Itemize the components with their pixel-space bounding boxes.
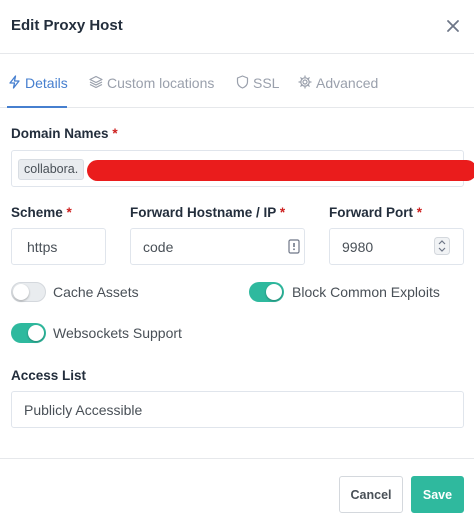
- required-mark: *: [279, 205, 286, 220]
- tab-custom-locations[interactable]: Custom locations: [89, 73, 214, 93]
- save-button[interactable]: Save: [411, 476, 464, 513]
- block-exploits-toggle[interactable]: [249, 282, 284, 302]
- forward-hostname-value: code: [143, 239, 174, 255]
- block-exploits-label: Block Common Exploits: [292, 284, 440, 300]
- active-tab-indicator: [7, 106, 67, 108]
- websockets-toggle[interactable]: [11, 323, 46, 343]
- forward-port-value: 9980: [342, 239, 374, 255]
- toggle-knob: [266, 284, 282, 300]
- modal-header: Edit Proxy Host: [0, 0, 474, 54]
- toggle-knob: [13, 284, 29, 300]
- domain-chip[interactable]: collabora.: [18, 159, 85, 180]
- autofill-icon[interactable]: [288, 239, 300, 257]
- tab-advanced-label: Advanced: [316, 75, 379, 91]
- edit-proxy-host-modal: Edit Proxy Host Details Custom locations…: [0, 0, 474, 519]
- forward-port-input[interactable]: 9980: [329, 228, 464, 265]
- tab-advanced[interactable]: Advanced: [298, 73, 378, 93]
- tab-ssl[interactable]: SSL: [236, 73, 279, 93]
- redaction-mark: [87, 160, 474, 181]
- modal-title: Edit Proxy Host: [11, 17, 123, 34]
- cancel-button[interactable]: Cancel: [339, 476, 403, 513]
- scheme-value: https: [27, 239, 58, 255]
- access-list-value: Publicly Accessible: [24, 402, 143, 418]
- forward-hostname-label: Forward Hostname / IP *: [130, 205, 286, 220]
- domain-names-label: Domain Names *: [11, 126, 118, 141]
- cache-assets-toggle[interactable]: [11, 282, 46, 302]
- tab-bar: Details Custom locations SSL Advanced: [0, 54, 474, 108]
- close-icon[interactable]: [443, 16, 463, 36]
- shield-icon: [236, 74, 253, 92]
- forward-port-label: Forward Port *: [329, 205, 423, 220]
- cache-assets-label: Cache Assets: [53, 284, 139, 300]
- scheme-label: Scheme *: [11, 205, 72, 220]
- forward-hostname-input[interactable]: code: [130, 228, 305, 265]
- access-list-label: Access List: [11, 368, 87, 383]
- modal-footer: Cancel Save: [0, 458, 474, 519]
- toggle-knob: [28, 325, 44, 341]
- required-mark: *: [416, 205, 423, 220]
- domain-names-input[interactable]: collabora.: [11, 150, 474, 187]
- gear-icon: [298, 74, 316, 92]
- layers-icon: [89, 75, 107, 92]
- tab-ssl-label: SSL: [253, 75, 280, 91]
- access-list-select[interactable]: Publicly Accessible: [11, 391, 464, 428]
- bolt-icon: [8, 74, 25, 92]
- required-mark: *: [66, 205, 72, 220]
- scheme-select[interactable]: https: [11, 228, 106, 265]
- tab-details[interactable]: Details: [8, 73, 68, 93]
- websockets-label: Websockets Support: [53, 325, 182, 341]
- number-stepper-icon[interactable]: [434, 237, 450, 258]
- required-mark: *: [112, 126, 118, 141]
- tab-custom-locations-label: Custom locations: [107, 75, 215, 91]
- tab-details-label: Details: [25, 75, 68, 91]
